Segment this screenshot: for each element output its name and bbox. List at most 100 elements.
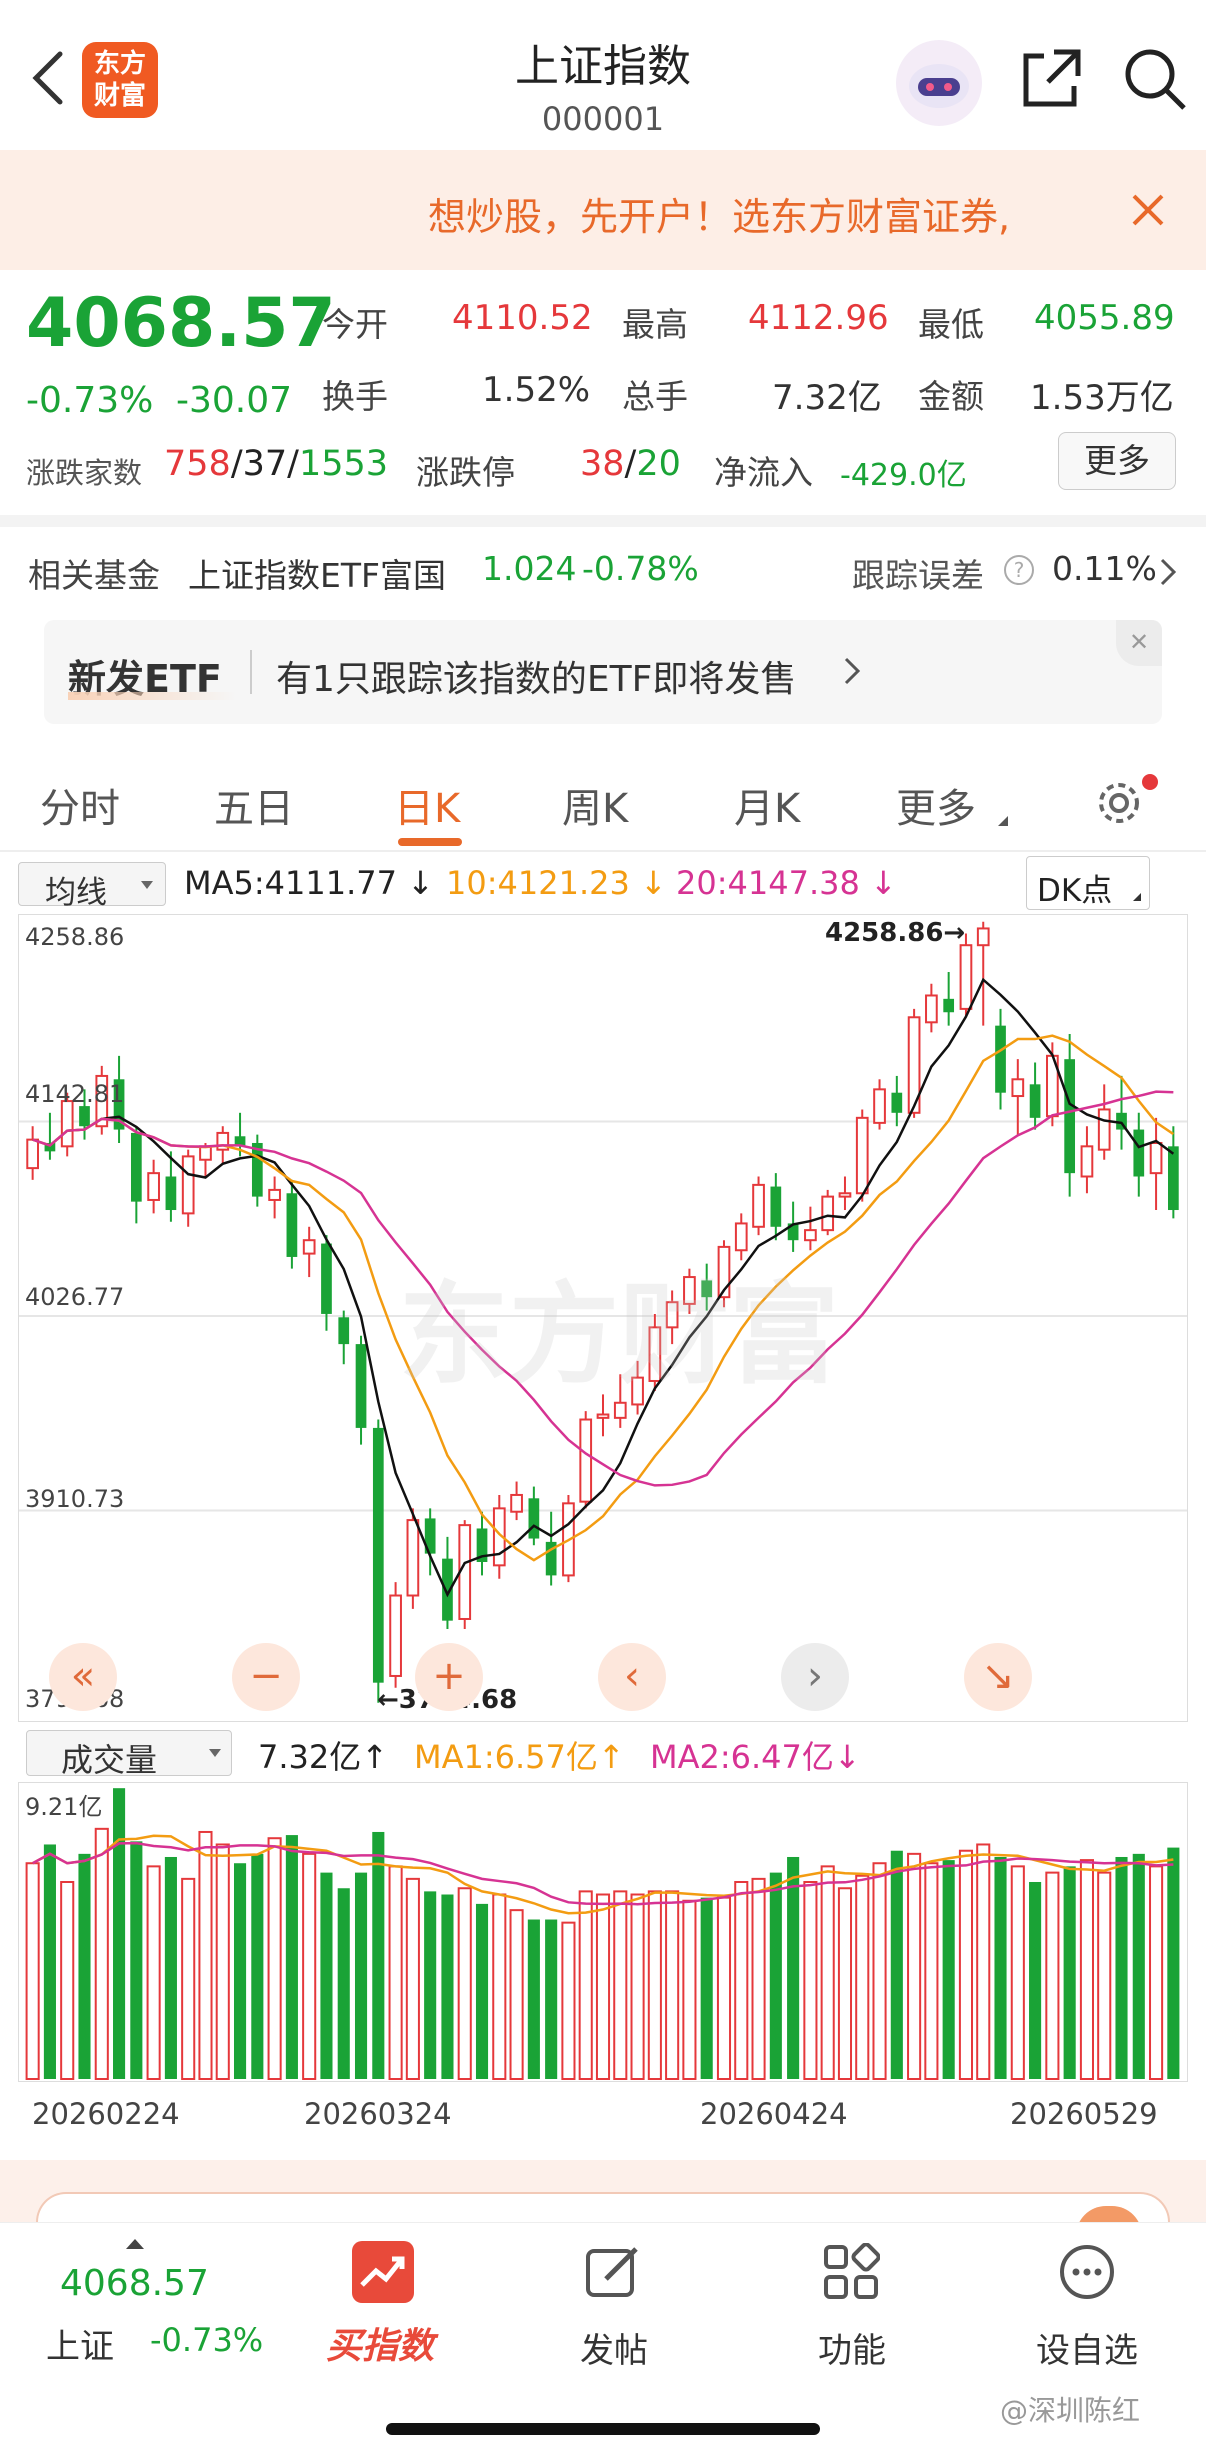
nav-index-change[interactable]: -0.73%: [150, 2321, 263, 2359]
ma10-value: 10:4121.23 ↓: [446, 864, 667, 902]
triangle-icon: [1133, 893, 1141, 901]
volume-bar-up: [25, 1862, 40, 2080]
header-bar: 东方财富 上证指数 000001: [0, 0, 1206, 150]
zoom-out-button[interactable]: −: [232, 1643, 300, 1711]
buy-index-label[interactable]: 买指数: [326, 2317, 434, 2369]
tab-wuri[interactable]: 五日: [214, 776, 294, 834]
tab-zhouk[interactable]: 周K: [562, 776, 628, 834]
candle-up: [804, 1229, 817, 1242]
candle-up: [268, 1188, 281, 1201]
grid-icon[interactable]: [822, 2242, 881, 2301]
y-tick-label: 4142.81: [25, 1080, 125, 1108]
candle-up: [855, 1116, 869, 1195]
volume-bar-down: [890, 1850, 903, 2079]
search-icon[interactable]: [1122, 46, 1188, 112]
tab-yuek[interactable]: 月K: [734, 776, 800, 834]
y-tick-label: 4258.86: [25, 923, 125, 951]
watchlist-label[interactable]: 设自选: [1036, 2323, 1138, 2372]
promo-banner[interactable]: 想炒股，先开户！选东方财富证券,: [0, 150, 1206, 270]
candle-up: [147, 1172, 160, 1201]
ma20-value: 20:4147.38 ↓: [676, 864, 897, 902]
volume-bar-down: [424, 1891, 437, 2079]
ma-select[interactable]: 均线: [18, 862, 166, 911]
help-icon[interactable]: ?: [1004, 555, 1034, 585]
gear-icon[interactable]: [1094, 778, 1144, 828]
weibo-watermark: @深圳陈红: [1000, 2394, 1141, 2427]
chart-tabs: 分时 五日 日K 周K 月K 更多: [0, 750, 1206, 850]
tab-more[interactable]: 更多: [896, 776, 976, 834]
volume-bar-up: [1097, 1871, 1112, 2081]
volume-bar-up: [855, 1874, 870, 2080]
volume-bar-up: [1079, 1859, 1094, 2080]
related-fund-row[interactable]: 相关基金 上证指数ETF富国 1.024 -0.78% 跟踪误差 ? 0.11%: [0, 527, 1206, 607]
open-value: 4110.52: [452, 298, 593, 338]
volume-bar-up: [146, 1865, 161, 2081]
volume-bar-up: [457, 1887, 472, 2081]
new-etf-card[interactable]: 新发ETF 有1只跟踪该指数的ETF即将发售 ✕: [44, 620, 1162, 724]
post-label[interactable]: 发帖: [580, 2323, 648, 2372]
volume-bar-up: [734, 1880, 749, 2080]
volume-bar-down: [1115, 1856, 1128, 2079]
ma10-text: 10:4121.23: [446, 864, 630, 902]
candle-down: [770, 1186, 782, 1227]
volume-label: 总手: [622, 377, 688, 416]
ma5-text: MA5:4111.77: [184, 864, 397, 902]
buy-index-icon[interactable]: [352, 2241, 414, 2303]
candle-down: [995, 1025, 1006, 1093]
assistant-avatar[interactable]: [896, 40, 982, 126]
date-axis: 20260224 20260324 20260424 20260529: [0, 2085, 1206, 2145]
chevron-right-icon: [842, 656, 862, 690]
fullscreen-button[interactable]: ↘: [964, 1643, 1032, 1711]
triangle-down-icon: [141, 881, 153, 889]
share-icon[interactable]: [1018, 46, 1084, 112]
bottom-nav: 4068.57 上证 -0.73% 买指数 发帖 功能 设自选 @深圳陈红: [0, 2222, 1206, 2439]
volume-bar-up: [181, 1877, 196, 2080]
volume-bar-down: [545, 1919, 558, 2079]
more-circle-icon[interactable]: [1058, 2243, 1116, 2301]
volume-bar-down: [700, 1897, 713, 2079]
volume-bar-up: [907, 1852, 922, 2080]
volume-bar-down: [285, 1835, 298, 2079]
candle-up: [406, 1519, 420, 1597]
kline-chart[interactable]: 4258.86 4142.81 4026.77 3910.73 3794.68 …: [18, 914, 1188, 1722]
volume-value: 7.32亿: [772, 378, 882, 418]
nav-index-price[interactable]: 4068.57: [60, 2263, 209, 2304]
dk-button[interactable]: DK点: [1026, 856, 1150, 910]
chevron-right-icon[interactable]: [1158, 557, 1178, 591]
volume-bar-up: [492, 1893, 507, 2080]
triangle-down-icon: [209, 1749, 221, 1757]
volume-bar-up: [837, 1887, 853, 2081]
volume-bar-up: [682, 1899, 697, 2080]
volume-bar-down: [251, 1853, 264, 2079]
candle-up: [1011, 1078, 1025, 1098]
high-label: 最高: [622, 305, 688, 344]
nav-index-name[interactable]: 上证: [46, 2319, 114, 2368]
functions-label[interactable]: 功能: [818, 2323, 886, 2372]
candle-down: [321, 1243, 332, 1314]
zoom-in-button[interactable]: +: [415, 1643, 483, 1711]
volume-bar-up: [924, 1862, 939, 2080]
edit-icon[interactable]: [584, 2243, 642, 2301]
turnover-label: 换手: [322, 377, 388, 416]
new-etf-text: 有1只跟踪该指数的ETF即将发售: [276, 659, 797, 700]
candle-up: [752, 1183, 765, 1228]
tracking-value: 0.11%: [1052, 549, 1157, 588]
zoom-first-button[interactable]: «: [49, 1643, 117, 1711]
volume-chart[interactable]: 9.21亿: [18, 1782, 1188, 2082]
close-icon[interactable]: ✕: [1116, 620, 1162, 666]
candle-down: [943, 998, 955, 1013]
scroll-left-button[interactable]: ‹: [598, 1643, 666, 1711]
close-icon[interactable]: [1128, 190, 1168, 230]
tab-fenshi[interactable]: 分时: [40, 776, 120, 834]
volume-bar-down: [787, 1856, 800, 2079]
volume-select[interactable]: 成交量: [26, 1730, 232, 1779]
candle-up: [510, 1493, 523, 1513]
volume-bar-up: [820, 1865, 835, 2081]
ma-indicator-bar: 均线 MA5:4111.77 ↓ 10:4121.23 ↓ 20:4147.38…: [0, 852, 1206, 914]
scroll-right-button[interactable]: ›: [781, 1643, 849, 1711]
more-button[interactable]: 更多: [1058, 432, 1176, 490]
tab-rik[interactable]: 日K: [394, 776, 460, 834]
fund-change: -0.78%: [582, 549, 699, 588]
candle-up: [976, 927, 990, 947]
amount-value: 1.53万亿: [1030, 378, 1174, 418]
